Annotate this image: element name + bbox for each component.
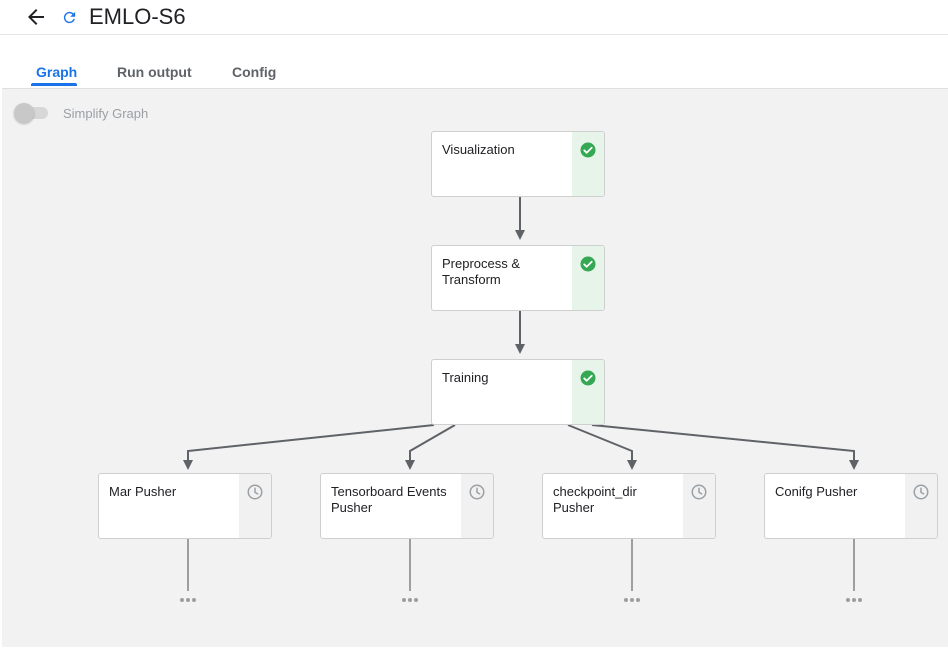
node-status-succeeded [572,246,604,310]
node-label: Visualization [442,142,515,157]
tab-graph[interactable]: Graph [36,64,77,80]
refresh-icon[interactable] [61,9,78,26]
edge-training-tensorboard-pusher [405,424,456,470]
active-tab-indicator [31,83,77,86]
node-status-pending [683,474,715,538]
graph-node-config-pusher[interactable]: Conifg Pusher [764,473,938,539]
node-status-pending [461,474,493,538]
back-button[interactable] [24,5,48,29]
edge-training-mar-pusher [183,424,435,470]
check-circle-icon [580,142,596,158]
node-label: Conifg Pusher [775,484,858,499]
more-steps-icon [402,598,418,602]
check-circle-icon [580,256,596,272]
tab-config[interactable]: Config [232,64,276,80]
node-label: Tensorboard Events Pusher [331,484,447,515]
arrow-back-icon [28,9,44,25]
more-steps-icon [846,598,862,602]
clock-icon [691,484,707,500]
node-status-pending [239,474,271,538]
more-steps-icon [624,598,640,602]
node-status-pending [905,474,937,538]
graph-canvas[interactable]: Simplify Graph Visualization Preprocess … [2,88,948,647]
clock-icon [913,484,929,500]
node-status-succeeded [572,360,604,424]
node-label: Mar Pusher [109,484,177,499]
graph-node-training[interactable]: Training [431,359,605,425]
page-title: EMLO-S6 [89,4,186,29]
graph-node-tensorboard-events-pusher[interactable]: Tensorboard Events Pusher [320,473,494,539]
graph-node-checkpoint-dir-pusher[interactable]: checkpoint_dir Pusher [542,473,716,539]
clock-icon [469,484,485,500]
page-header: EMLO-S6 [0,0,948,35]
node-label: Preprocess & Transform [442,256,521,287]
tab-run-output[interactable]: Run output [117,64,192,80]
graph-node-visualization[interactable]: Visualization [431,131,605,197]
edge-training-checkpoint-pusher [567,424,637,470]
graph-node-preprocess-transform[interactable]: Preprocess & Transform [431,245,605,311]
more-steps-icon [180,598,196,602]
clock-icon [247,484,263,500]
node-label: checkpoint_dir Pusher [553,484,637,515]
node-label: Training [442,370,489,385]
node-status-succeeded [572,132,604,196]
tab-bar: Graph Run output Config [0,36,948,88]
check-circle-icon [580,370,596,386]
graph-node-mar-pusher[interactable]: Mar Pusher [98,473,272,539]
